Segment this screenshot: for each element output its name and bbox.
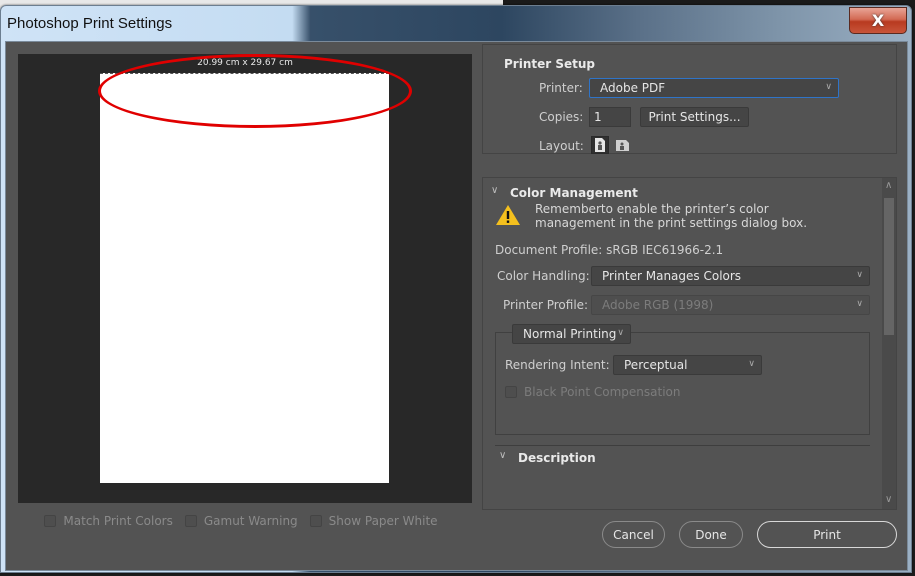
dialog-client-area: 20.99 cm x 29.67 cm Match Print Colors G… — [5, 41, 908, 571]
warning-line-2: management in the print settings dialog … — [535, 216, 808, 230]
collapse-chevron-icon[interactable]: ∨ — [491, 185, 498, 196]
color-handling-select[interactable]: Printer Manages Colors ∨ — [591, 266, 870, 286]
black-point-compensation-checkbox[interactable]: Black Point Compensation — [505, 385, 681, 399]
printer-select[interactable]: Adobe PDF ∨ — [589, 78, 839, 98]
warning-message: Rememberto enable the printer’s color ma… — [535, 202, 807, 230]
window-title: Photoshop Print Settings — [7, 15, 173, 32]
preview-options: Match Print Colors Gamut Warning Show Pa… — [6, 514, 476, 528]
chevron-down-icon: ∨ — [748, 359, 755, 369]
landscape-layout-icon — [615, 139, 629, 151]
print-button[interactable]: Print — [757, 521, 897, 548]
copies-label: Copies: — [539, 110, 584, 124]
checkbox-label: Match Print Colors — [63, 514, 173, 528]
printer-setup-title: Printer Setup — [504, 57, 595, 71]
color-management-section: ∨ Color Management Rememberto enable the… — [482, 177, 897, 510]
scroll-up-icon[interactable]: ∧ — [885, 180, 892, 191]
cancel-button[interactable]: Cancel — [602, 521, 665, 548]
rendering-intent-select[interactable]: Perceptual ∨ — [613, 355, 762, 375]
printer-setup-section: Printer Setup Printer: Adobe PDF ∨ Copie… — [482, 44, 897, 154]
printer-profile-label: Printer Profile: — [503, 298, 589, 312]
chevron-down-icon: ∨ — [856, 299, 863, 309]
gamut-warning-checkbox[interactable]: Gamut Warning — [184, 514, 298, 528]
close-icon: X — [871, 11, 885, 30]
scroll-thumb[interactable] — [884, 198, 894, 335]
scroll-down-icon[interactable]: ∨ — [885, 494, 892, 505]
printing-mode-group — [495, 332, 870, 435]
paper-size-label: 20.99 cm x 29.67 cm — [197, 58, 293, 68]
printer-label: Printer: — [539, 81, 583, 95]
printer-profile-select[interactable]: Adobe RGB (1998) ∨ — [591, 295, 870, 315]
print-settings-dialog: Photoshop Print Settings X 20.99 cm x 29… — [0, 5, 912, 573]
show-paper-white-checkbox[interactable]: Show Paper White — [309, 514, 438, 528]
chevron-down-icon: ∨ — [856, 270, 863, 280]
checkbox-box — [44, 515, 57, 527]
color-handling-label: Color Handling: — [497, 269, 590, 283]
section-divider — [495, 445, 870, 446]
print-preview: 20.99 cm x 29.67 cm — [18, 54, 472, 503]
done-button[interactable]: Done — [679, 521, 743, 548]
warning-line-1: Rememberto enable the printer’s color — [535, 202, 769, 216]
portrait-layout-button[interactable] — [591, 136, 609, 154]
warning-icon — [496, 205, 520, 225]
checkbox-label: Black Point Compensation — [524, 385, 681, 399]
checkbox-box — [309, 515, 322, 527]
checkbox-box — [184, 515, 197, 527]
print-settings-button[interactable]: Print Settings... — [640, 107, 749, 127]
checkbox-box — [505, 386, 517, 398]
close-button[interactable]: X — [849, 7, 907, 34]
portrait-layout-icon — [595, 138, 605, 152]
rendering-intent-label: Rendering Intent: — [505, 358, 610, 372]
expand-chevron-icon[interactable]: ∨ — [499, 450, 506, 461]
checkbox-label: Gamut Warning — [203, 514, 298, 528]
document-profile-text: Document Profile: sRGB IEC61966-2.1 — [495, 243, 724, 257]
rendering-intent-value: Perceptual — [624, 358, 688, 372]
landscape-layout-button[interactable] — [613, 136, 631, 154]
color-handling-value: Printer Manages Colors — [602, 269, 742, 283]
printing-mode-select[interactable]: Normal Printing ∨ — [512, 324, 631, 344]
color-management-title: Color Management — [510, 186, 638, 200]
printer-profile-value: Adobe RGB (1998) — [602, 298, 714, 312]
scrollbar[interactable]: ∧ ∨ — [882, 178, 896, 509]
chevron-down-icon: ∨ — [617, 328, 624, 338]
paper-preview — [100, 73, 389, 483]
match-print-colors-checkbox[interactable]: Match Print Colors — [44, 514, 173, 528]
copies-input[interactable]: 1 — [589, 107, 631, 127]
layout-label: Layout: — [539, 139, 584, 153]
chevron-down-icon: ∨ — [825, 82, 832, 92]
description-title: Description — [518, 451, 596, 465]
checkbox-label: Show Paper White — [328, 514, 438, 528]
printer-value: Adobe PDF — [600, 81, 666, 95]
printing-mode-value: Normal Printing — [523, 327, 617, 341]
